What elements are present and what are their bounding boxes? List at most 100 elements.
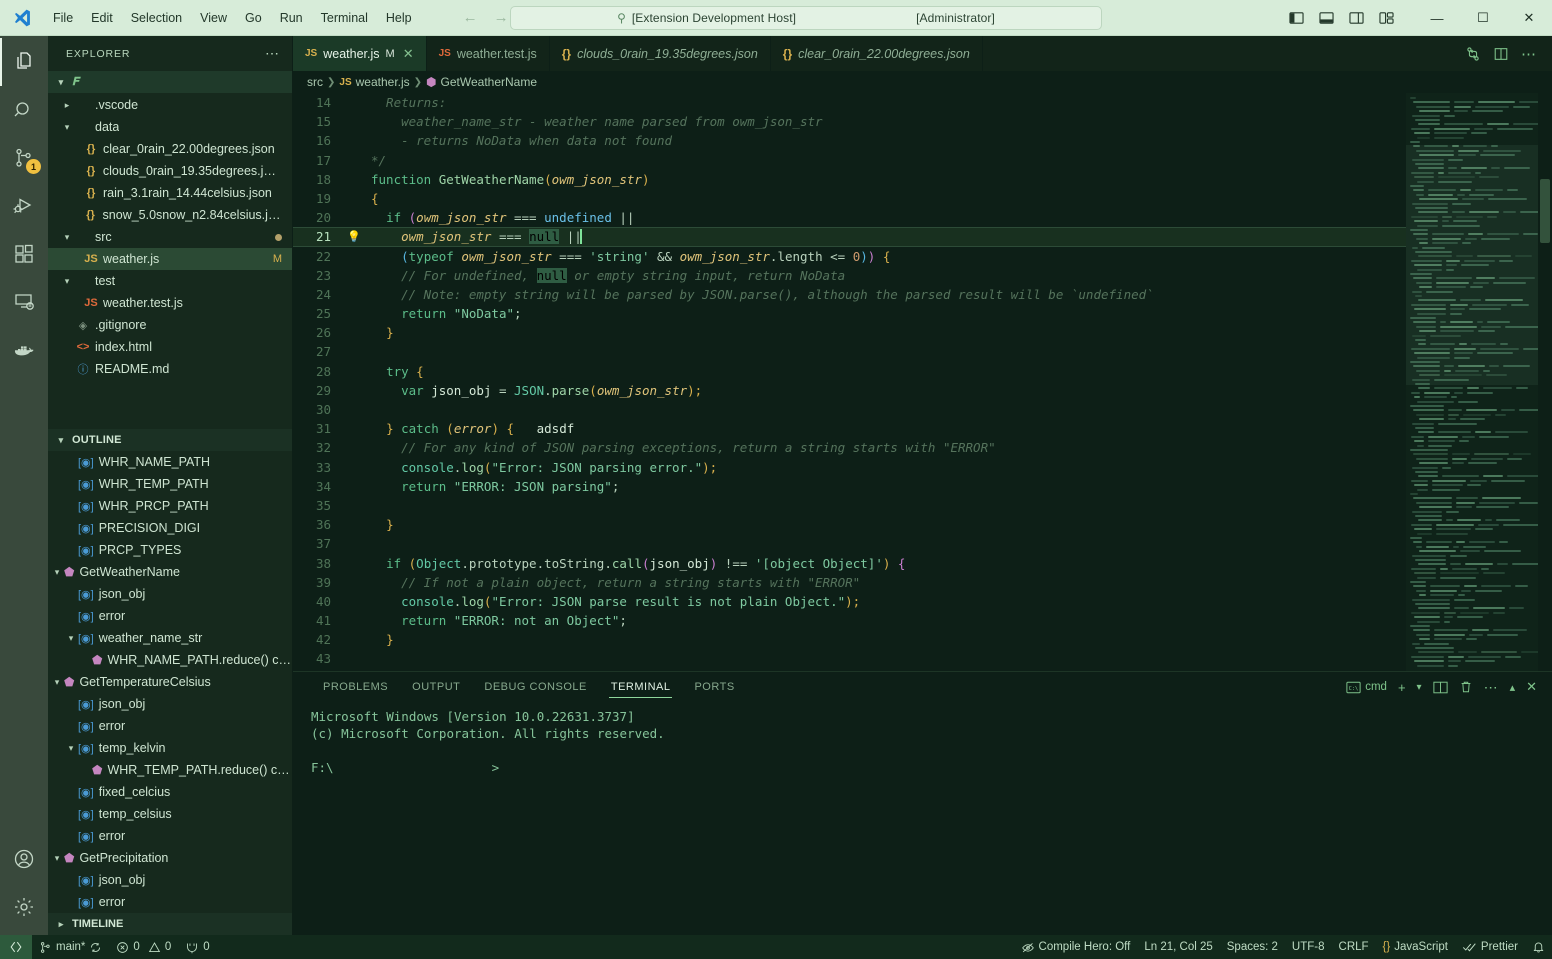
- explorer-root-folder-header[interactable]: ▾ 𝐅: [48, 71, 292, 93]
- code-line[interactable]: 20 if (owm_json_str === undefined ||: [293, 208, 1406, 227]
- tab-problems[interactable]: PROBLEMS: [311, 672, 400, 702]
- code-line[interactable]: 43: [293, 649, 1406, 668]
- split-editor-icon[interactable]: [1488, 41, 1514, 67]
- menu-terminal[interactable]: Terminal: [312, 7, 377, 29]
- menu-file[interactable]: File: [44, 7, 82, 29]
- activitybar-extensions[interactable]: [0, 230, 48, 278]
- close-button[interactable]: ✕: [1506, 0, 1552, 36]
- activitybar-explorer[interactable]: [0, 38, 48, 86]
- breadcrumb-item-src[interactable]: src: [307, 75, 323, 89]
- code-lines[interactable]: 14 Returns: 15 weather_name_str - weather…: [293, 93, 1406, 671]
- maximize-button[interactable]: ☐: [1460, 0, 1506, 36]
- split-terminal-icon[interactable]: [1428, 674, 1453, 700]
- code-line[interactable]: 16 - returns NoData when data not found: [293, 131, 1406, 150]
- outline-item[interactable]: ⬟ WHR_NAME_PATH.reduce() c…: [48, 649, 292, 671]
- status-compile-hero[interactable]: Compile Hero: Off: [1014, 935, 1138, 959]
- panel-tabs[interactable]: PROBLEMS OUTPUT DEBUG CONSOLE TERMINAL P…: [293, 672, 1552, 702]
- more-actions-icon[interactable]: ⋯: [1479, 674, 1504, 700]
- code-line[interactable]: 40 console.log("Error: JSON parse result…: [293, 592, 1406, 611]
- code-line[interactable]: 35: [293, 496, 1406, 515]
- code-line[interactable]: 32 // For any kind of JSON parsing excep…: [293, 438, 1406, 457]
- outline-section-header[interactable]: ▾ OUTLINE: [48, 429, 292, 451]
- menu-edit[interactable]: Edit: [82, 7, 122, 29]
- scrollbar-thumb[interactable]: [1540, 179, 1550, 243]
- status-language[interactable]: {} JavaScript: [1376, 935, 1455, 959]
- editor-tab[interactable]: JS weather.test.js: [427, 36, 550, 71]
- code-line[interactable]: 17 */: [293, 151, 1406, 170]
- editor-tab[interactable]: {} clear_0rain_22.00degrees.json: [771, 36, 983, 71]
- outline-item[interactable]: [◉] json_obj: [48, 693, 292, 715]
- code-editor[interactable]: 14 Returns: 15 weather_name_str - weather…: [293, 93, 1552, 671]
- outline-item[interactable]: [◉] PRECISION_DIGI: [48, 517, 292, 539]
- file-tree[interactable]: ▸ .vscode ▾ data {} clear_0rain_22.00degrees.…: [48, 93, 292, 429]
- breadcrumb-item-file[interactable]: JS weather.js: [339, 75, 409, 89]
- file-tree-item[interactable]: {} snow_5.0snow_n2.84celsius.json: [48, 204, 292, 226]
- status-branch[interactable]: main*: [32, 935, 109, 959]
- file-tree-item[interactable]: ▾ src: [48, 226, 292, 248]
- code-line[interactable]: 38 if (Object.prototype.toString.call(js…: [293, 554, 1406, 573]
- outline-item[interactable]: ▾ ⬟ GetTemperatureCelsius: [48, 671, 292, 693]
- customize-layout-icon[interactable]: [1372, 4, 1400, 32]
- close-icon[interactable]: ✕: [401, 46, 414, 62]
- file-tree-item[interactable]: ⓘ README.md: [48, 358, 292, 380]
- activitybar-settings[interactable]: [0, 883, 48, 931]
- arrow-left-icon[interactable]: ←: [463, 9, 478, 26]
- status-notifications[interactable]: [1525, 935, 1552, 959]
- code-line[interactable]: 22 (typeof owm_json_str === 'string' && …: [293, 247, 1406, 266]
- outline-item[interactable]: [◉] temp_celsius: [48, 803, 292, 825]
- editor-scrollbar[interactable]: [1538, 93, 1552, 671]
- editor-tab[interactable]: JS weather.js M ✕: [293, 36, 427, 71]
- code-line[interactable]: 39 // If not a plain object, return a st…: [293, 573, 1406, 592]
- status-prettier[interactable]: Prettier: [1455, 935, 1525, 959]
- activitybar-source-control[interactable]: 1: [0, 134, 48, 182]
- more-actions-icon[interactable]: ⋯: [1516, 41, 1542, 67]
- terminal-shell-selector[interactable]: C:\ cmd: [1341, 674, 1392, 700]
- file-tree-item[interactable]: <> index.html: [48, 336, 292, 358]
- code-line[interactable]: 14 Returns:: [293, 93, 1406, 112]
- file-tree-item[interactable]: {} clear_0rain_22.00degrees.json: [48, 138, 292, 160]
- outline-item[interactable]: [◉] WHR_PRCP_PATH: [48, 495, 292, 517]
- outline-item[interactable]: ▾ ⬟ GetPrecipitation: [48, 847, 292, 869]
- outline-item[interactable]: [◉] error: [48, 715, 292, 737]
- editor-tab[interactable]: {} clouds_0rain_19.35degrees.json: [550, 36, 771, 71]
- toggle-primary-sidebar-icon[interactable]: [1282, 4, 1310, 32]
- minimap-slider[interactable]: [1406, 145, 1538, 385]
- file-tree-item[interactable]: ▾ test: [48, 270, 292, 292]
- code-line[interactable]: 18 function GetWeatherName(owm_json_str): [293, 170, 1406, 189]
- status-problems[interactable]: 0 0: [109, 935, 178, 959]
- code-line[interactable]: 37: [293, 534, 1406, 553]
- outline-tree[interactable]: [◉] WHR_NAME_PATH [◉] WHR_TEMP_PATH [◉] WHR_P…: [48, 451, 292, 913]
- outline-item[interactable]: [◉] WHR_NAME_PATH: [48, 451, 292, 473]
- outline-item[interactable]: [◉] fixed_celcius: [48, 781, 292, 803]
- new-terminal-icon[interactable]: +: [1393, 674, 1411, 700]
- code-line[interactable]: 30: [293, 400, 1406, 419]
- code-line[interactable]: 26 }: [293, 323, 1406, 342]
- file-tree-item[interactable]: ▾ data: [48, 116, 292, 138]
- outline-item[interactable]: ⬟ WHR_TEMP_PATH.reduce() c…: [48, 759, 292, 781]
- code-line[interactable]: 28 try {: [293, 362, 1406, 381]
- code-line[interactable]: 41 return "ERROR: not an Object";: [293, 611, 1406, 630]
- outline-item[interactable]: [◉] json_obj: [48, 583, 292, 605]
- outline-item[interactable]: [◉] WHR_TEMP_PATH: [48, 473, 292, 495]
- menu-bar[interactable]: File Edit Selection View Go Run Terminal…: [44, 7, 421, 29]
- file-tree-item[interactable]: JS weather.js M: [48, 248, 292, 270]
- outline-item[interactable]: ▾ [◉] weather_name_str: [48, 627, 292, 649]
- tab-output[interactable]: OUTPUT: [400, 672, 472, 702]
- tab-debug-console[interactable]: DEBUG CONSOLE: [472, 672, 598, 702]
- activitybar-docker[interactable]: [0, 326, 48, 374]
- code-line[interactable]: 24 // Note: empty string will be parsed …: [293, 285, 1406, 304]
- file-tree-item[interactable]: JS weather.test.js: [48, 292, 292, 314]
- outline-item[interactable]: [◉] PRCP_TYPES: [48, 539, 292, 561]
- lightbulb-icon[interactable]: 💡: [345, 227, 363, 246]
- editor-tabs[interactable]: JS weather.js M ✕ JS weather.test.js {} clouds_…: [293, 36, 1552, 71]
- code-line[interactable]: 19 {: [293, 189, 1406, 208]
- code-line[interactable]: 25 return "NoData";: [293, 304, 1406, 323]
- activitybar-search[interactable]: [0, 86, 48, 134]
- status-indentation[interactable]: Spaces: 2: [1220, 935, 1285, 959]
- code-line[interactable]: 23 // For undefined, null or empty strin…: [293, 266, 1406, 285]
- status-eol[interactable]: CRLF: [1332, 935, 1376, 959]
- outline-item[interactable]: [◉] error: [48, 891, 292, 913]
- outline-item[interactable]: ▾ ⬟ GetWeatherName: [48, 561, 292, 583]
- menu-view[interactable]: View: [191, 7, 236, 29]
- code-line[interactable]: 27: [293, 342, 1406, 361]
